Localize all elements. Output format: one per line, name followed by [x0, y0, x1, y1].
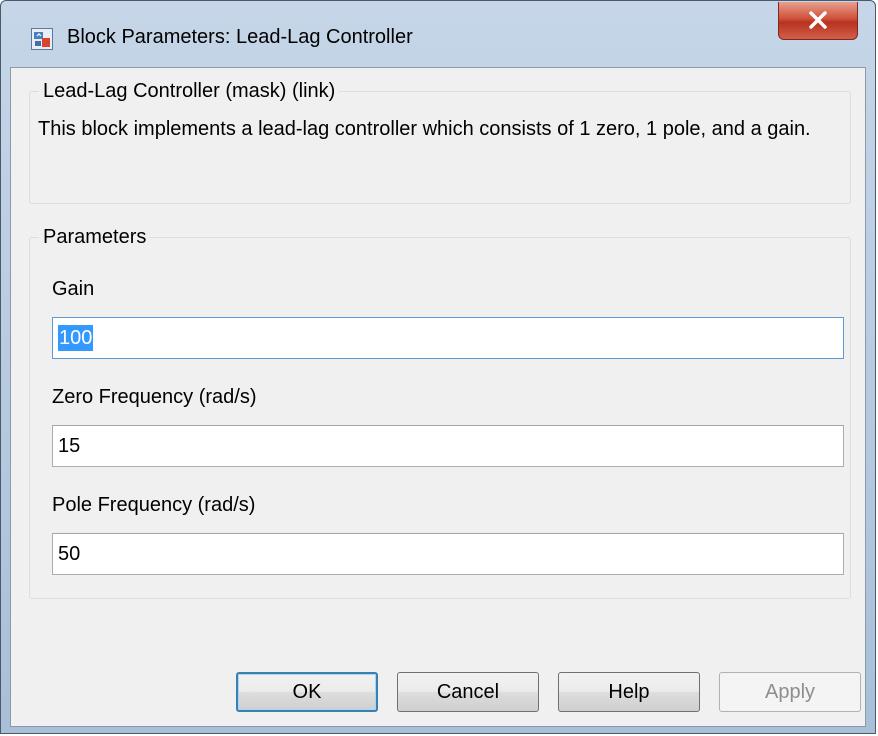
description-group-legend: Lead-Lag Controller (mask) (link) — [39, 80, 340, 103]
zero-frequency-label: Zero Frequency (rad/s) — [52, 386, 257, 408]
cancel-button[interactable]: Cancel — [397, 672, 539, 712]
close-x-icon — [809, 11, 827, 29]
close-button[interactable] — [778, 2, 858, 40]
gain-input[interactable]: 100 — [52, 317, 844, 359]
pole-frequency-label: Pole Frequency (rad/s) — [52, 494, 256, 516]
pole-frequency-input-value: 50 — [58, 543, 81, 565]
description-group: Lead-Lag Controller (mask) (link) This b… — [29, 80, 851, 204]
help-button[interactable]: Help — [558, 672, 700, 712]
dialog-window: Block Parameters: Lead-Lag Controller Le… — [0, 0, 876, 734]
title-bar[interactable]: Block Parameters: Lead-Lag Controller — [1, 1, 875, 67]
zero-frequency-input-value: 15 — [58, 435, 81, 457]
ok-button[interactable]: OK — [236, 672, 378, 712]
gain-label: Gain — [52, 278, 95, 300]
apply-button[interactable]: Apply — [719, 672, 861, 712]
dialog-client-area: Lead-Lag Controller (mask) (link) This b… — [10, 67, 866, 727]
simulink-block-icon — [31, 28, 53, 50]
zero-frequency-input[interactable]: 15 — [52, 425, 844, 467]
block-description-text: This block implements a lead-lag control… — [38, 118, 811, 140]
gain-input-value: 100 — [58, 325, 94, 351]
parameters-group-legend: Parameters — [39, 226, 151, 249]
pole-frequency-input[interactable]: 50 — [52, 533, 844, 575]
window-title: Block Parameters: Lead-Lag Controller — [67, 26, 413, 48]
